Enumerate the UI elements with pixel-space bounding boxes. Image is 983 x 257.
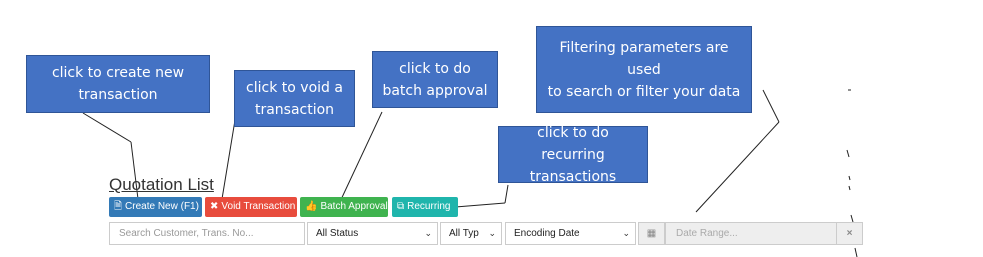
page-title: Quotation List bbox=[109, 175, 214, 194]
chevron-down-icon: ⌄ bbox=[488, 228, 496, 238]
callout-recurring-line1: click to do recurring bbox=[537, 124, 609, 163]
leader-create bbox=[82, 112, 132, 143]
thumbs-up-icon: 👍 bbox=[305, 201, 318, 212]
edge-mark-4 bbox=[848, 185, 851, 191]
chevron-down-icon: ⌄ bbox=[424, 228, 432, 238]
recurring-label: Recurring bbox=[407, 201, 451, 212]
clear-date-button[interactable]: × bbox=[836, 222, 863, 245]
type-select[interactable]: All Typ ⌄ bbox=[440, 222, 502, 245]
void-transaction-label: Void Transaction bbox=[221, 201, 296, 212]
callout-recurring-line2: transactions bbox=[529, 168, 617, 185]
callout-create-line2: transaction bbox=[78, 87, 158, 103]
create-new-label: Create New (F1) bbox=[125, 201, 199, 212]
callout-create-line1: click to create new bbox=[51, 65, 185, 81]
callout-filter: Filtering parameters are used to search o… bbox=[536, 26, 752, 113]
date-field-select[interactable]: Encoding Date ⌄ bbox=[505, 222, 636, 245]
recurring-button[interactable]: ⧉ Recurring bbox=[392, 197, 458, 217]
status-select-value: All Status bbox=[316, 228, 359, 239]
leader-recurring bbox=[504, 184, 509, 204]
callout-void-line1: click to void a bbox=[246, 79, 343, 96]
type-select-value: All Typ bbox=[449, 228, 479, 239]
edge-mark-5 bbox=[850, 214, 854, 223]
close-icon: × bbox=[846, 228, 853, 239]
callout-filter-line2: to search or filter your data bbox=[547, 83, 741, 100]
edge-mark-3 bbox=[848, 175, 851, 181]
callout-batch-line2: batch approval bbox=[382, 82, 488, 99]
copy-icon: ⧉ bbox=[397, 201, 405, 212]
callout-void: click to void a transaction bbox=[234, 70, 355, 127]
batch-approval-label: Batch Approval bbox=[320, 201, 388, 212]
leader-filter-tail bbox=[695, 121, 780, 213]
batch-approval-button[interactable]: 👍 Batch Approval bbox=[300, 197, 388, 217]
calendar-addon[interactable]: ▦ bbox=[638, 222, 665, 245]
callout-leader-lines bbox=[82, 89, 858, 257]
calendar-icon: ▦ bbox=[646, 228, 657, 239]
create-new-button[interactable]: 🗎 Create New (F1) bbox=[109, 197, 202, 217]
search-input[interactable]: Search Customer, Trans. No... bbox=[109, 222, 305, 245]
callout-void-line2: transaction bbox=[254, 101, 335, 118]
void-transaction-button[interactable]: ✖ Void Transaction bbox=[205, 197, 297, 217]
callout-create: click to create new transaction bbox=[26, 55, 210, 113]
leader-filter bbox=[762, 89, 780, 123]
edge-mark-2 bbox=[846, 149, 850, 158]
edge-mark-6 bbox=[854, 247, 858, 257]
date-field-select-value: Encoding Date bbox=[514, 228, 580, 239]
callout-recurring: click to do recurring transactions bbox=[498, 125, 648, 185]
callout-batch-line1: click to do bbox=[399, 60, 471, 77]
status-select[interactable]: All Status ⌄ bbox=[307, 222, 438, 245]
date-range-input[interactable]: Date Range... bbox=[665, 222, 837, 245]
file-icon: 🗎 bbox=[114, 201, 123, 212]
chevron-down-icon: ⌄ bbox=[622, 228, 630, 238]
callout-batch: click to do batch approval bbox=[372, 51, 498, 108]
callout-filter-line1: Filtering parameters are used bbox=[559, 39, 729, 78]
close-icon: ✖ bbox=[210, 201, 219, 212]
